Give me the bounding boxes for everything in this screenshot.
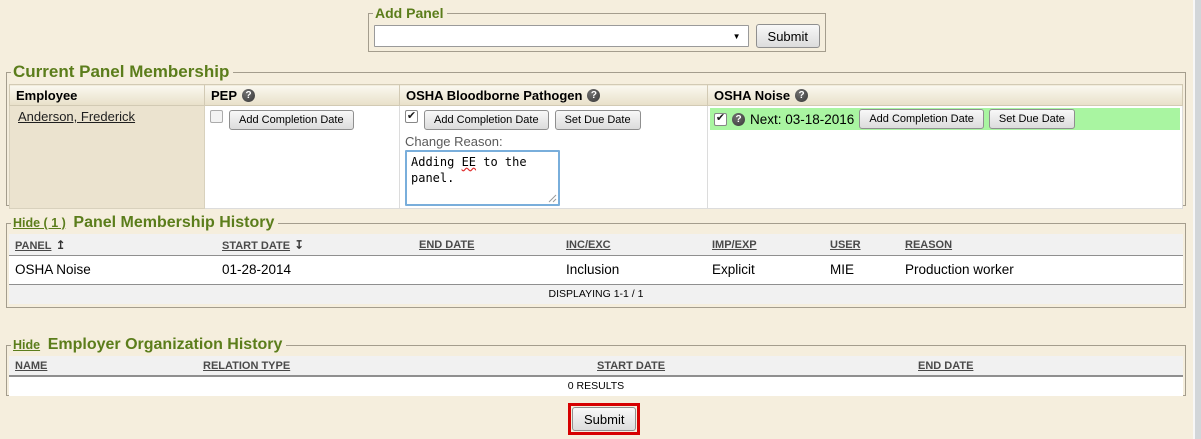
reason-text: to the xyxy=(476,155,527,169)
col-header-employee: Employee xyxy=(10,85,205,106)
col-header-bloodborne: OSHA Bloodborne Pathogen ? xyxy=(400,85,708,106)
resize-handle-icon[interactable] xyxy=(548,194,557,203)
sort-descending-icon: ↧ xyxy=(294,238,304,252)
panel-membership-history-section: Hide ( 1 ) Panel Membership History PANE… xyxy=(6,214,1186,308)
noise-add-completion-date-button[interactable]: Add Completion Date xyxy=(859,109,984,129)
panel-history-header-row: PANEL↥ START DATE↧ END DATE INC/EXC IMP/… xyxy=(9,234,1183,256)
misspelled-word: EE xyxy=(462,155,476,169)
cell-reason: Production worker xyxy=(899,262,1183,277)
noise-next-due-date: Next: 03-18-2016 xyxy=(750,112,854,127)
col-header-panel: PANEL↥ xyxy=(9,238,216,252)
cell-imp-exp: Explicit xyxy=(706,262,824,277)
col-header-bloodborne-label: OSHA Bloodborne Pathogen xyxy=(406,88,582,103)
col-header-pep: PEP ? xyxy=(205,85,400,106)
col-header-inc-exc: INC/EXC xyxy=(560,239,706,251)
pep-add-completion-date-button[interactable]: Add Completion Date xyxy=(229,110,354,130)
displaying-count: DISPLAYING 1-1 / 1 xyxy=(9,284,1183,304)
col-header-imp-exp: IMP/EXP xyxy=(706,239,824,251)
page-submit-button[interactable]: Submit xyxy=(572,407,636,431)
noise-cell: ✔ ? Next: 03-18-2016 Add Completion Date… xyxy=(708,106,1183,209)
add-panel-submit-button[interactable]: Submit xyxy=(756,24,820,48)
help-icon[interactable]: ? xyxy=(587,89,600,102)
employer-history-header-row: NAME RELATION TYPE START DATE END DATE xyxy=(9,356,1183,376)
col-header-noise: OSHA Noise ? xyxy=(708,85,1183,106)
add-panel-legend: Add Panel xyxy=(373,5,447,21)
help-icon[interactable]: ? xyxy=(795,89,808,102)
cell-inc-exc: Inclusion xyxy=(560,262,706,277)
col-header-start-date: START DATE xyxy=(591,360,912,372)
noise-checkbox[interactable]: ✔ xyxy=(714,113,727,126)
noise-highlight-strip: ✔ ? Next: 03-18-2016 Add Completion Date… xyxy=(710,108,1180,130)
panel-history-hide-link[interactable]: Hide ( 1 ) xyxy=(13,216,66,230)
add-panel-select[interactable]: ▼ xyxy=(374,25,749,47)
col-header-start-date: START DATE↧ xyxy=(216,238,413,252)
change-reason-textarea[interactable]: Adding EE to the panel. xyxy=(405,150,560,206)
cell-start-date: 01-28-2014 xyxy=(216,262,413,277)
bloodborne-set-due-date-button[interactable]: Set Due Date xyxy=(555,110,641,130)
col-header-noise-label: OSHA Noise xyxy=(714,88,790,103)
col-header-end-date: END DATE xyxy=(413,239,560,251)
noise-set-due-date-button[interactable]: Set Due Date xyxy=(989,109,1075,129)
employee-link[interactable]: Anderson, Frederick xyxy=(18,109,135,124)
add-panel-section: Add Panel ▼ Submit xyxy=(368,5,826,52)
current-panel-membership-section: Current Panel Membership Employee PEP ? … xyxy=(6,62,1186,206)
reason-text: panel. xyxy=(411,171,454,185)
bloodborne-cell: ✔ Add Completion Date Set Due Date Chang… xyxy=(400,106,708,209)
pep-cell: ✔ Add Completion Date xyxy=(205,106,400,209)
col-header-employee-label: Employee xyxy=(16,88,77,103)
help-icon[interactable]: ? xyxy=(242,89,255,102)
bloodborne-checkbox[interactable]: ✔ xyxy=(405,110,418,123)
scrollbar[interactable] xyxy=(1193,0,1201,439)
cell-user: MIE xyxy=(824,262,899,277)
employer-organization-history-section: Hide Employer Organization History NAME … xyxy=(6,336,1186,396)
bloodborne-add-completion-date-button[interactable]: Add Completion Date xyxy=(424,110,549,130)
employee-row: Anderson, Frederick ✔ Add Completion Dat… xyxy=(10,106,1183,209)
col-header-pep-label: PEP xyxy=(211,88,237,103)
col-header-reason: REASON xyxy=(899,239,1183,251)
employee-cell: Anderson, Frederick xyxy=(10,106,205,209)
col-header-user: USER xyxy=(824,239,899,251)
col-header-end-date: END DATE xyxy=(912,360,1183,372)
chevron-down-icon: ▼ xyxy=(733,32,741,41)
col-header-relation-type: RELATION TYPE xyxy=(197,360,591,372)
cell-panel: OSHA Noise xyxy=(9,262,216,277)
sort-ascending-icon: ↥ xyxy=(55,238,65,252)
panel-history-title: Panel Membership History xyxy=(73,214,274,231)
reason-text: Adding xyxy=(411,155,462,169)
col-header-name: NAME xyxy=(9,360,197,372)
annotation-highlight-box: Submit xyxy=(568,403,640,435)
table-row: OSHA Noise 01-28-2014 Inclusion Explicit… xyxy=(9,256,1183,284)
results-count: 0 RESULTS xyxy=(9,376,1183,396)
help-icon[interactable]: ? xyxy=(732,113,745,126)
pep-checkbox[interactable]: ✔ xyxy=(210,110,223,123)
employer-history-title: Employer Organization History xyxy=(48,336,283,353)
employer-history-hide-link[interactable]: Hide xyxy=(13,338,40,352)
change-reason-label: Change Reason: xyxy=(403,132,704,150)
current-panel-legend: Current Panel Membership xyxy=(11,62,233,82)
